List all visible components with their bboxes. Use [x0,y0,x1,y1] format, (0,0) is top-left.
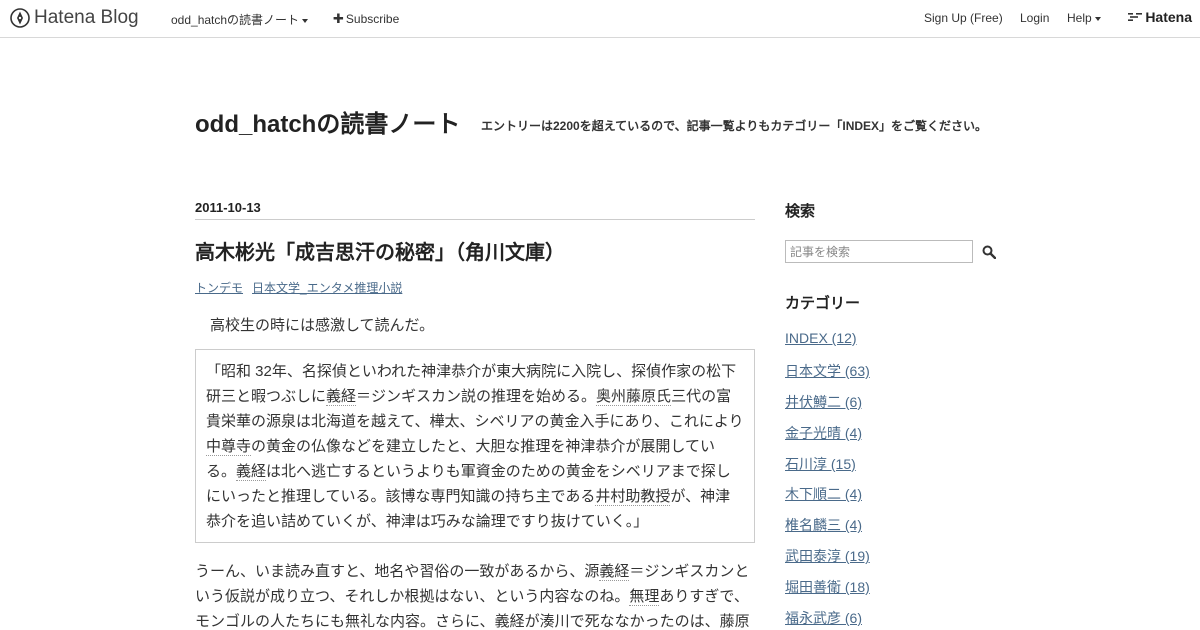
keyword-link[interactable]: 義経 [326,388,357,406]
category-link[interactable]: 福永武彦 (6) [785,610,862,626]
category-link[interactable]: 木下順二 (4) [785,486,862,502]
search-heading: 検索 [785,203,816,220]
global-header: Hatena Blog odd_hatchの読書ノート ✚ Subscribe S… [0,0,1200,38]
category-link[interactable]: 金子光晴 (4) [785,425,862,441]
hatena-label: Hatena [1145,9,1192,25]
search-input[interactable] [785,240,973,263]
category-link[interactable]: 椎名麟三 (4) [785,517,862,533]
entry-body: うーん、いま読み直すと、地名や習俗の一致があるから、源義経＝ジンギスカンという仮… [195,559,755,630]
search-form [785,240,1005,263]
category-link[interactable]: 日本文学 (63) [785,363,870,379]
search-icon [982,245,996,259]
category-link[interactable]: 武田泰淳 (19) [785,548,870,564]
entry-quote: 「昭和 32年、名探偵といわれた神津恭介が東大病院に入院し、探偵作家の松下研三と… [195,349,755,543]
body-text: うーん、いま読み直すと、地名や習俗の一致があるから、源 [195,563,600,580]
category-link[interactable]: 井伏鱒二 (6) [785,394,862,410]
category-link[interactable]: 日本文学_エンタメ推理小説 [252,279,402,296]
list-item: 武田泰淳 (19) [785,546,1005,577]
blog-description: エントリーは2200を超えているので、記事一覧よりもカテゴリー「INDEX」をご… [481,119,988,133]
entry-title[interactable]: 高木彬光「成吉思汗の秘密」（角川文庫） [195,236,755,265]
signup-link[interactable]: Sign Up (Free) [924,11,1003,25]
blog-menu-label: odd_hatchの読書ノート [171,13,300,27]
list-item: 木下順二 (4) [785,484,1005,515]
login-label: Login [1020,11,1050,25]
pen-nib-icon [10,8,30,28]
list-item: 福永武彦 (6) [785,608,1005,630]
keyword-link[interactable]: 無理 [629,588,660,606]
help-label: Help [1067,11,1092,25]
main-content: 2011-10-13 高木彬光「成吉思汗の秘密」（角川文庫） トンデモ 日本文学… [195,200,755,630]
search-button[interactable] [981,244,997,260]
list-item: INDEX (12) [785,330,1005,361]
entry-date[interactable]: 2011-10-13 [195,200,755,220]
quote-text: ＝ジンギスカン説の推理を始める。 [356,388,597,405]
keyword-link[interactable]: 義経 [236,463,267,481]
subscribe-button[interactable]: ✚ Subscribe [333,11,399,27]
signup-label: Sign Up (Free) [924,11,1003,25]
hatena-logo[interactable]: Hatena [1128,9,1192,25]
body-text: が湊川で死ななかったのは、藤原 [524,613,750,630]
category-heading: カテゴリー [785,295,861,312]
keyword-link[interactable]: 中尊寺 [206,438,252,456]
chevron-down-icon [1094,16,1101,21]
plus-icon: ✚ [333,11,344,26]
subscribe-label: Subscribe [345,12,400,26]
category-link[interactable]: トンデモ [195,279,243,296]
logo-text: Hatena Blog [34,7,139,28]
login-link[interactable]: Login [1020,11,1049,25]
list-item: 日本文学 (63) [785,361,1005,392]
keyword-link[interactable]: 奥州藤原氏 [596,388,672,406]
category-link[interactable]: 石川淳 (15) [785,456,856,472]
list-item: 井伏鱒二 (6) [785,392,1005,423]
keyword-link[interactable]: 井村助教授 [595,488,671,506]
chevron-down-icon [302,18,309,23]
blog-menu-dropdown[interactable]: odd_hatchの読書ノート [171,11,309,28]
list-item: 堀田善衛 (18) [785,577,1005,608]
hatena-blog-logo[interactable]: Hatena Blog [10,7,139,29]
blog-title[interactable]: odd_hatchの読書ノート [195,104,460,139]
entry-lead: 高校生の時には感激して読んだ。 [210,317,435,334]
hatena-mark-icon [1128,13,1143,21]
category-link[interactable]: 堀田善衛 (18) [785,579,870,595]
entry-categories: トンデモ 日本文学_エンタメ推理小説 [195,279,755,296]
category-link[interactable]: INDEX (12) [785,330,857,346]
list-item: 石川淳 (15) [785,454,1005,485]
keyword-link[interactable]: 義経 [599,563,630,581]
list-item: 金子光晴 (4) [785,423,1005,454]
help-dropdown[interactable]: Help [1067,11,1101,25]
category-list: INDEX (12) 日本文学 (63) 井伏鱒二 (6) 金子光晴 (4) 石… [785,330,1005,630]
list-item: 椎名麟三 (4) [785,515,1005,546]
keyword-link[interactable]: 義経 [494,613,525,630]
sidebar: 検索 カテゴリー INDEX (12) 日本文学 (63) 井伏鱒二 (6) 金… [785,200,1005,630]
